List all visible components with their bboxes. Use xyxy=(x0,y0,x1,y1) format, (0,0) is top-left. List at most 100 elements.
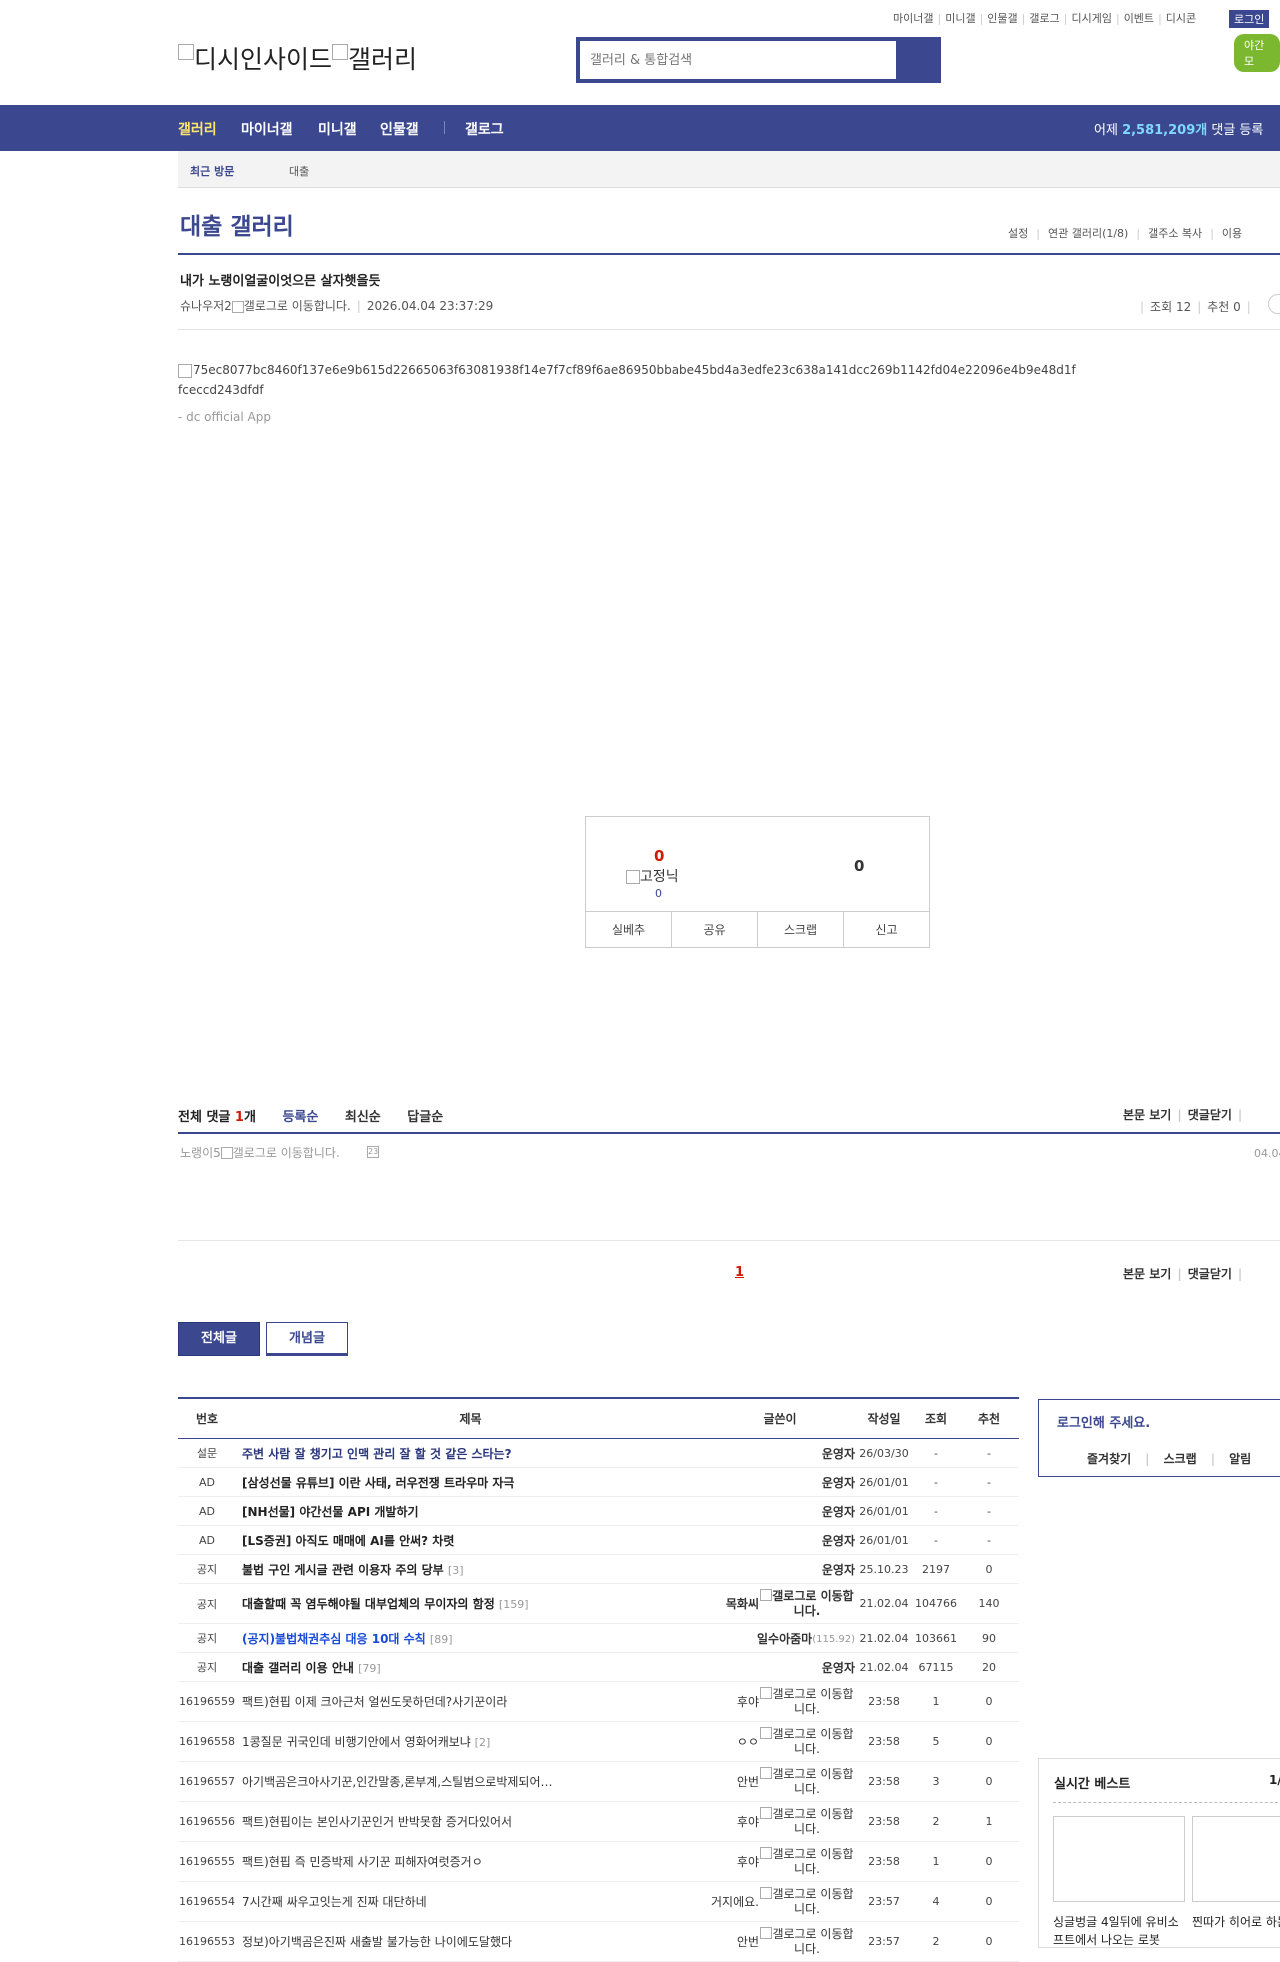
post-writer[interactable]: 운영자 xyxy=(705,1554,855,1584)
table-row[interactable]: 공지 대출 갤러리 이용 안내 [79] 운영자 21.02.04 67115 20 xyxy=(178,1652,1019,1682)
table-row[interactable]: 16196559 팩트)현핍 이제 크아근처 얼씬도못하던데?사기꾼이라 후야 갤로… xyxy=(178,1681,1019,1722)
post-subject[interactable]: 불법 구인 게시글 관련 이용자 주의 당부 [3] xyxy=(236,1554,705,1584)
top-link-dccon[interactable]: 디시콘 xyxy=(1166,12,1196,25)
post-writer[interactable]: ㅇㅇ 갤로그로 이동합니다. xyxy=(705,1721,855,1762)
post-subject-text[interactable]: 대출 갤러리 이용 안내 xyxy=(242,1661,354,1675)
writer-name[interactable]: 운영자 xyxy=(822,1445,855,1462)
post-subject-text[interactable]: 대출할때 꼭 염두해야될 대부업체의 무이자의 함정 xyxy=(242,1597,495,1611)
table-row[interactable]: AD [LS증권] 아직도 매매에 AI를 안써? 차렷 운영자 26/01/01-… xyxy=(178,1525,1019,1555)
comment-writer-name[interactable]: 노랭이5 xyxy=(180,1146,221,1160)
writer-name[interactable]: 운영자 xyxy=(822,1474,855,1491)
post-subject-text[interactable]: 정보)아기백곰은진짜 새출발 불가능한 나이에도달했다 xyxy=(242,1935,512,1949)
post-writer[interactable]: 운영자 xyxy=(705,1467,855,1497)
post-writer[interactable]: 안번 갤로그로 이동합니다. xyxy=(705,1921,855,1962)
writer-name[interactable]: 운영자 xyxy=(822,1503,855,1520)
writer-name[interactable]: 안번 xyxy=(737,1933,759,1950)
post-subject[interactable]: 팩트)현핍 이제 크아근처 얼씬도못하던데?사기꾼이라 xyxy=(236,1681,705,1722)
best-thumbnail[interactable] xyxy=(1192,1816,1280,1902)
gallery-usage[interactable]: 이용 xyxy=(1222,227,1242,240)
view-post-link[interactable]: 본문 보기 xyxy=(1123,1108,1171,1122)
search-input[interactable] xyxy=(580,41,896,79)
post-subject[interactable]: 아기백곰은크아사기꾼,인간말종,론부계,스틸범으로박제되어… xyxy=(236,1761,705,1802)
post-subject[interactable]: (공지)불법채권추심 대응 10대 수칙 [89] xyxy=(236,1623,705,1653)
login-prompt[interactable]: 로그인해 주세요. xyxy=(1057,1412,1150,1431)
table-row[interactable]: 공지 (공지)불법채권추심 대응 10대 수칙 [89] 일수아줌마(115.92)… xyxy=(178,1623,1019,1653)
table-row[interactable]: 16196558 1콩질문 귀국인데 비행기안에서 영화어캐보냐 [2] ㅇㅇ갤로그… xyxy=(178,1721,1019,1762)
related-galleries[interactable]: 연관 갤러리(1/8) xyxy=(1048,227,1128,240)
recent-gallery-link[interactable]: 대출 xyxy=(289,163,309,179)
night-mode-button[interactable]: 야간 모 xyxy=(1234,34,1280,72)
post-subject[interactable]: 7시간째 싸우고잇는게 진짜 대단하네 xyxy=(236,1881,705,1922)
writer-name[interactable]: ㅇㅇ xyxy=(737,1733,759,1750)
post-subject-text[interactable]: 팩트)현핍 이제 크아근처 얼씬도못하던데?사기꾼이라 xyxy=(242,1695,507,1709)
post-subject[interactable]: [삼성선물 유튜브] 이란 사태, 러우전쟁 트라우마 자극 xyxy=(236,1467,705,1497)
gallog-icon[interactable] xyxy=(220,1147,233,1159)
post-writer[interactable]: 운영자 xyxy=(705,1525,855,1555)
site-logo[interactable]: 디시인사이드 갤러리 xyxy=(178,40,417,76)
post-subject-text[interactable]: [삼성선물 유튜브] 이란 사태, 러우전쟁 트라우마 자극 xyxy=(242,1476,514,1490)
nav-gallog[interactable]: 갤로그 xyxy=(465,119,504,139)
table-row[interactable]: 16196556 팩트)현핍이는 본인사기꾼인거 반박못함 증거다있어서 후야 갤로… xyxy=(178,1801,1019,1842)
tab-all-posts[interactable]: 전체글 xyxy=(178,1322,260,1356)
share-button[interactable]: 공유 xyxy=(672,912,758,948)
nav-gallery[interactable]: 갤러리 xyxy=(178,119,217,139)
writer-name[interactable]: 후야 xyxy=(737,1853,759,1870)
gallog-icon[interactable]: 갤로그로 이동합니다. xyxy=(759,1588,855,1619)
writer-name[interactable]: 일수아줌마 xyxy=(757,1630,812,1647)
best-thumbnail[interactable] xyxy=(1053,1816,1185,1902)
post-subject-text[interactable]: [LS증권] 아직도 매매에 AI를 안써? 차렷 xyxy=(242,1534,454,1548)
table-row[interactable]: 공지 대출할때 꼭 염두해야될 대부업체의 무이자의 함정 [159] 목화씨갤로그… xyxy=(178,1583,1019,1624)
writer-name[interactable]: 후야 xyxy=(737,1813,759,1830)
best-recommend-button[interactable]: 실베추 xyxy=(586,912,672,948)
recent-visit-label[interactable]: 최근 방문 xyxy=(190,163,234,179)
table-row[interactable]: AD [삼성선물 유튜브] 이란 사태, 러우전쟁 트라우마 자극 운영자 26/0… xyxy=(178,1467,1019,1497)
top-link-minor[interactable]: 마이너갤 xyxy=(893,12,933,25)
close-comments-link[interactable]: 댓글닫기 xyxy=(1188,1108,1232,1122)
writer-name[interactable]: 운영자 xyxy=(822,1532,855,1549)
post-subject[interactable]: 정보)아기백곰은진짜 새출발 불가능한 나이에도달했다 xyxy=(236,1921,705,1962)
reply-count[interactable]: [89] xyxy=(430,1633,453,1646)
copy-gallery-url[interactable]: 갤주소 복사 xyxy=(1148,227,1202,240)
table-row[interactable]: 16196553 정보)아기백곰은진짜 새출발 불가능한 나이에도달했다 안번 갤로… xyxy=(178,1921,1019,1962)
report-button[interactable]: 신고 xyxy=(844,912,929,948)
writer-name[interactable]: 후야 xyxy=(737,1693,759,1710)
gallery-title[interactable]: 대출 갤러리 xyxy=(180,207,294,241)
gallog-icon[interactable]: 갤로그로 이동합니다. xyxy=(759,1806,855,1837)
top-link-gallog[interactable]: 갤로그 xyxy=(1029,12,1059,25)
gallog-icon[interactable]: 갤로그로 이동합니다. xyxy=(759,1766,855,1797)
tab-concept-posts[interactable]: 개념글 xyxy=(266,1322,348,1356)
reply-count[interactable]: [159] xyxy=(499,1598,529,1611)
post-subject[interactable]: [NH선물] 야간선물 API 개발하기 xyxy=(236,1496,705,1526)
post-subject-text[interactable]: 팩트)현핍 즉 민증박제 사기꾼 피해자여럿증거ㅇ xyxy=(242,1855,483,1869)
comment-toggle-icon[interactable] xyxy=(1268,294,1280,314)
writer-name[interactable]: 거지에요. xyxy=(711,1893,759,1910)
sort-registered[interactable]: 등록순 xyxy=(282,1110,318,1125)
post-writer[interactable]: 운영자 xyxy=(705,1438,855,1468)
top-link-mini[interactable]: 미니갤 xyxy=(945,12,975,25)
bookmark-link[interactable]: 즐겨찾기 xyxy=(1087,1452,1131,1466)
table-row[interactable]: 16196557 아기백곰은크아사기꾼,인간말종,론부계,스틸범으로박제되어… 안… xyxy=(178,1761,1019,1802)
gallog-icon[interactable]: 갤로그로 이동합니다. xyxy=(759,1726,855,1757)
reply-count[interactable]: [3] xyxy=(448,1564,464,1577)
top-link-event[interactable]: 이벤트 xyxy=(1124,12,1154,25)
close-comments-link[interactable]: 댓글닫기 xyxy=(1188,1267,1232,1281)
post-subject[interactable]: 대출할때 꼭 염두해야될 대부업체의 무이자의 함정 [159] xyxy=(236,1583,705,1624)
post-subject-text[interactable]: 7시간째 싸우고잇는게 진짜 대단하네 xyxy=(242,1895,427,1909)
post-subject[interactable]: 팩트)현핍이는 본인사기꾼인거 반박못함 증거다있어서 xyxy=(236,1801,705,1842)
writer-name[interactable]: 목화씨 xyxy=(726,1595,759,1612)
gallog-icon[interactable]: 갤로그로 이동합니다. xyxy=(759,1926,855,1957)
nav-minor[interactable]: 마이너갤 xyxy=(241,119,293,139)
post-subject[interactable]: 대출 갤러리 이용 안내 [79] xyxy=(236,1652,705,1682)
top-link-person[interactable]: 인물갤 xyxy=(987,12,1017,25)
table-row[interactable]: AD [NH선물] 야간선물 API 개발하기 운영자 26/01/01- - xyxy=(178,1496,1019,1526)
reply-count[interactable]: [2] xyxy=(475,1736,491,1749)
post-writer[interactable]: 운영자 xyxy=(705,1496,855,1526)
sort-latest[interactable]: 최신순 xyxy=(345,1110,381,1125)
table-row[interactable]: 공지 불법 구인 게시글 관련 이용자 주의 당부 [3] 운영자 25.10.23 2… xyxy=(178,1554,1019,1584)
post-writer[interactable]: 안번 갤로그로 이동합니다. xyxy=(705,1761,855,1802)
gallog-icon[interactable] xyxy=(231,300,244,313)
gallery-settings[interactable]: 설정 xyxy=(1008,227,1028,240)
post-subject-text[interactable]: 아기백곰은크아사기꾼,인간말종,론부계,스틸범으로박제되어… xyxy=(242,1775,553,1789)
gallog-icon[interactable]: 갤로그로 이동합니다. xyxy=(759,1886,855,1917)
table-row[interactable]: 16196555 팩트)현핍 즉 민증박제 사기꾼 피해자여럿증거ㅇ 후야 갤로그로… xyxy=(178,1841,1019,1882)
